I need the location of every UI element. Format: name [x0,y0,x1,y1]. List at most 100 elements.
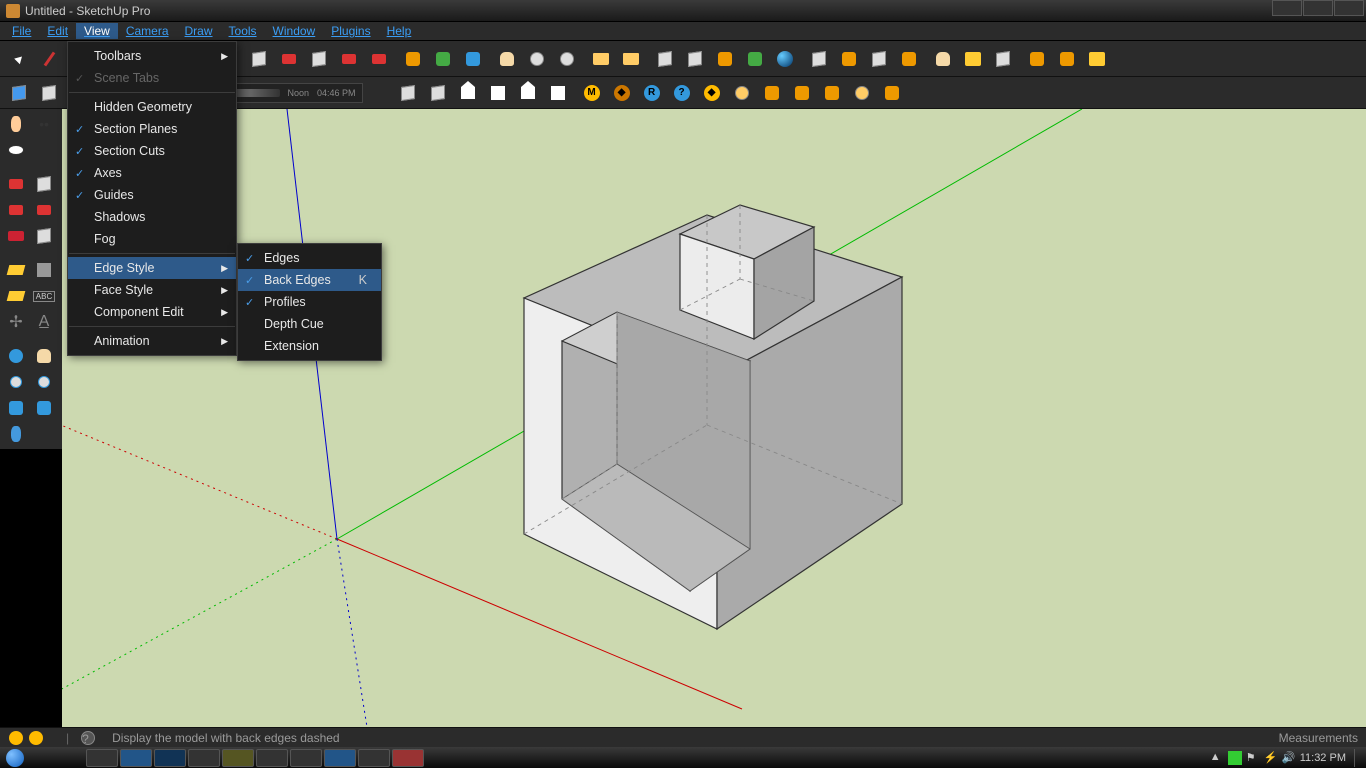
clock[interactable]: 11:32 PM [1300,752,1346,764]
tape-tool[interactable] [3,257,29,283]
menu-draw[interactable]: Draw [177,23,221,39]
tool-btn[interactable] [835,45,863,73]
tray-icon[interactable]: ⚡ [1264,751,1278,765]
menu-help[interactable]: Help [379,23,420,39]
walk-tool[interactable] [3,111,29,137]
menu-view[interactable]: View [76,23,118,39]
tool-btn[interactable] [878,79,906,107]
task-icon[interactable] [188,749,220,767]
move-tool[interactable] [275,45,303,73]
help-icon[interactable]: ? [81,731,95,745]
menu-item-component-edit[interactable]: Component Edit▶ [68,301,236,323]
tool-btn[interactable]: ◆ [698,79,726,107]
tool-btn[interactable] [929,45,957,73]
menu-camera[interactable]: Camera [118,23,177,39]
tool-btn[interactable] [711,45,739,73]
menu-plugins[interactable]: Plugins [323,23,378,39]
show-desktop[interactable] [1354,749,1362,767]
tool-btn[interactable] [31,197,57,223]
tray-icon[interactable]: ⚑ [1246,751,1260,765]
tool-btn[interactable] [587,45,615,73]
menu-item-section-planes[interactable]: ✓Section Planes [68,118,236,140]
dimension-tool[interactable]: A̲ [31,309,57,335]
tool-btn[interactable]: ◆ [608,79,636,107]
tool-btn[interactable] [3,395,29,421]
menu-item-profiles[interactable]: ✓Profiles [238,291,381,313]
pan-tool-2[interactable] [31,343,57,369]
scale-tool[interactable] [335,45,363,73]
tool-btn[interactable] [741,45,769,73]
tool-btn[interactable] [31,395,57,421]
task-icon[interactable] [290,749,322,767]
tool-btn[interactable] [1083,45,1111,73]
task-icon[interactable] [86,749,118,767]
tool-btn[interactable] [31,171,57,197]
tool-btn[interactable] [31,223,57,249]
protractor-tool[interactable] [3,283,29,309]
view-btn[interactable] [424,79,452,107]
view-home[interactable] [454,79,482,107]
tool-btn[interactable] [3,223,29,249]
menu-item-edge-style[interactable]: Edge Style▶ [68,257,236,279]
tool-btn[interactable] [895,45,923,73]
menu-item-hidden-geometry[interactable]: Hidden Geometry [68,96,236,118]
tool-btn[interactable] [848,79,876,107]
tool-btn[interactable] [788,79,816,107]
menu-tools[interactable]: Tools [221,23,265,39]
task-icon[interactable] [358,749,390,767]
eraser-tool[interactable] [35,45,63,73]
menu-edit[interactable]: Edit [39,23,76,39]
menu-item-toolbars[interactable]: Toolbars▶ [68,45,236,67]
task-icon[interactable] [256,749,288,767]
offset-tool[interactable] [365,45,393,73]
menu-item-shadows[interactable]: Shadows [68,206,236,228]
view-btn[interactable] [484,79,512,107]
iso-tool-2[interactable] [35,79,63,107]
tool-btn[interactable] [399,45,427,73]
task-icon[interactable] [392,749,424,767]
menu-item-section-cuts[interactable]: ✓Section Cuts [68,140,236,162]
text-tool[interactable]: ABC [31,283,57,309]
menu-item-back-edges[interactable]: ✓Back EdgesK [238,269,381,291]
start-button[interactable] [0,747,30,768]
task-icon[interactable] [222,749,254,767]
menu-item-fog[interactable]: Fog [68,228,236,250]
tray-up-icon[interactable]: ▲ [1210,751,1224,765]
menu-item-edges[interactable]: ✓Edges [238,247,381,269]
letter-r-btn[interactable]: R [638,79,666,107]
tool-btn[interactable] [3,197,29,223]
tool-btn[interactable] [959,45,987,73]
task-icon[interactable] [120,749,152,767]
volume-icon[interactable]: 🔊 [1282,751,1296,765]
tool-btn[interactable] [429,45,457,73]
task-icon[interactable] [154,749,186,767]
tool-btn[interactable] [3,171,29,197]
tool-btn[interactable] [771,45,799,73]
zoom-tool-2[interactable] [3,369,29,395]
tool-btn[interactable] [818,79,846,107]
tool-btn[interactable] [865,45,893,73]
tool-btn[interactable] [651,45,679,73]
push-pull-tool[interactable] [245,45,273,73]
help-btn[interactable]: ? [668,79,696,107]
zoom-extents-tool[interactable] [553,45,581,73]
menu-item-guides[interactable]: ✓Guides [68,184,236,206]
letter-m-btn[interactable]: M [578,79,606,107]
tool-btn[interactable] [31,257,57,283]
tool-btn[interactable] [728,79,756,107]
tool-btn[interactable] [805,45,833,73]
iso-tool[interactable] [5,79,33,107]
zoom-window-tool[interactable] [31,369,57,395]
tool-btn[interactable] [1023,45,1051,73]
select-tool[interactable] [5,45,33,73]
menu-item-animation[interactable]: Animation▶ [68,330,236,352]
view-btn[interactable] [544,79,572,107]
menu-item-axes[interactable]: ✓Axes [68,162,236,184]
task-icon[interactable] [324,749,356,767]
tool-btn[interactable] [31,137,57,163]
maximize-button[interactable] [1303,0,1333,16]
axes-tool[interactable]: ✢ [3,309,29,335]
view-btn[interactable] [394,79,422,107]
view-btn[interactable] [514,79,542,107]
look-around-tool[interactable] [3,137,29,163]
